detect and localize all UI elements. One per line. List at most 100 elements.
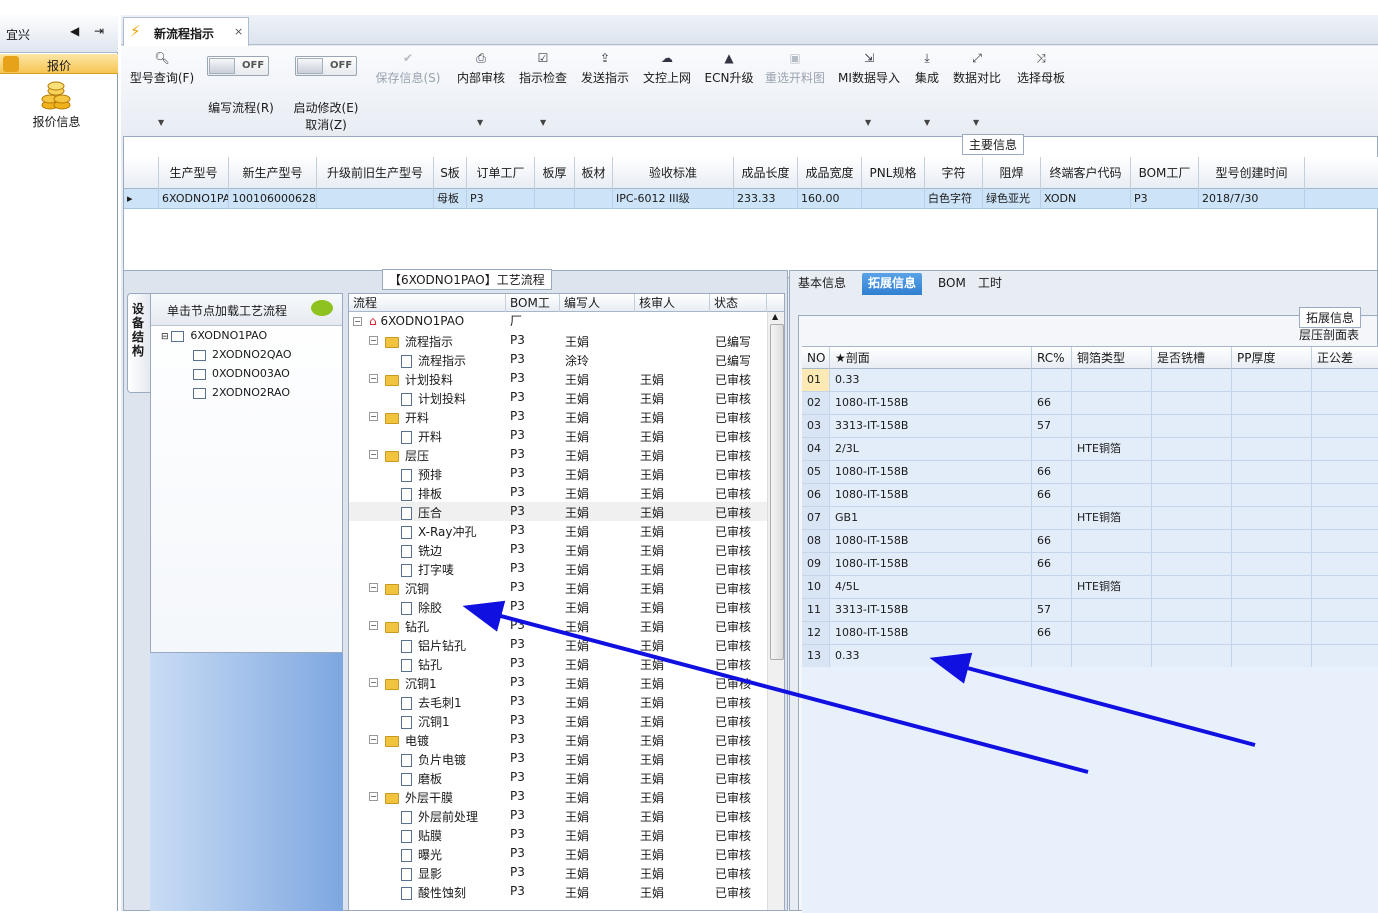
table-row[interactable]: 04 2/3L HTE铜箔 bbox=[802, 438, 1378, 461]
instruction-check-button[interactable]: ☑ 指示检查 bbox=[515, 51, 571, 86]
equipment-structure-tab[interactable]: 设备结构 bbox=[127, 293, 151, 393]
tree-node[interactable]: 0XODNO03AO bbox=[193, 367, 290, 380]
col-header[interactable]: 订单工厂 bbox=[467, 157, 535, 189]
cancel-button[interactable]: 取消(Z) bbox=[286, 116, 366, 133]
integrate-button[interactable]: ⤓ 集成 bbox=[909, 51, 945, 86]
col-header[interactable]: 编写人 bbox=[560, 294, 635, 312]
tree-row[interactable]: − 沉铜 P3 王娟 王娟 已审核 bbox=[349, 578, 767, 597]
collapse-icon[interactable]: − bbox=[369, 450, 378, 459]
tab-new-flow[interactable]: ⚡ 新流程指示 × bbox=[123, 17, 249, 47]
collapse-left-icon[interactable]: ◀ bbox=[70, 24, 79, 38]
col-header[interactable]: 升级前旧生产型号 bbox=[317, 157, 434, 189]
collapse-icon[interactable]: − bbox=[369, 621, 378, 630]
tree-row[interactable]: 钻孔 P3 王娟 王娟 已审核 bbox=[349, 654, 767, 673]
chevron-down-icon[interactable]: ▼ bbox=[158, 118, 164, 127]
col-header[interactable]: 阻焊 bbox=[983, 157, 1041, 189]
tree-row[interactable]: 贴膜 P3 王娟 王娟 已审核 bbox=[349, 825, 767, 844]
tree-node[interactable]: ⊟ 6XODNO1PAO bbox=[161, 329, 267, 342]
table-row[interactable]: 09 1080-IT-158B 66 bbox=[802, 553, 1378, 576]
table-row[interactable]: 05 1080-IT-158B 66 bbox=[802, 461, 1378, 484]
tree-row[interactable]: − 沉铜1 P3 王娟 王娟 已审核 bbox=[349, 673, 767, 692]
chevron-down-icon[interactable]: ▼ bbox=[924, 118, 930, 127]
tree-row[interactable]: 外层前处理 P3 王娟 王娟 已审核 bbox=[349, 806, 767, 825]
table-row[interactable]: 02 1080-IT-158B 66 bbox=[802, 392, 1378, 415]
row-selector-header[interactable] bbox=[124, 157, 159, 189]
col-header[interactable]: 成品宽度 bbox=[798, 157, 862, 189]
ecn-upgrade-button[interactable]: ▲ ECN升级 bbox=[701, 51, 757, 86]
col-header[interactable]: PNL规格 bbox=[862, 157, 925, 189]
nav-item-quote-info[interactable]: 报价信息 bbox=[0, 113, 113, 130]
scrollbar-thumb[interactable] bbox=[770, 324, 784, 660]
col-header[interactable]: 型号创建时间 bbox=[1199, 157, 1305, 189]
col-header[interactable]: 终端客户代码 bbox=[1041, 157, 1131, 189]
table-row[interactable]: 08 1080-IT-158B 66 bbox=[802, 530, 1378, 553]
tree-node[interactable]: 2XODNO2QAO bbox=[193, 348, 292, 361]
tree-root[interactable]: − ⌂ 6XODNO1PAO bbox=[349, 312, 767, 331]
tree-row[interactable]: 去毛刺1 P3 王娟 王娟 已审核 bbox=[349, 692, 767, 711]
collapse-icon[interactable]: − bbox=[369, 735, 378, 744]
table-row[interactable]: 03 3313-IT-158B 57 bbox=[802, 415, 1378, 438]
collapse-icon[interactable]: − bbox=[369, 374, 378, 383]
col-header[interactable]: 是否铣槽 bbox=[1152, 347, 1232, 369]
save-button[interactable]: ✔ 保存信息(S) bbox=[373, 51, 443, 86]
chevron-down-icon[interactable]: ▼ bbox=[865, 118, 871, 127]
tree-row[interactable]: 磨板 P3 王娟 王娟 已审核 bbox=[349, 768, 767, 787]
model-query-button[interactable]: 🔍︎ 型号查询(F) bbox=[127, 51, 197, 86]
col-header[interactable]: NO bbox=[802, 347, 830, 369]
tree-row[interactable]: − 开料 P3 王娟 王娟 已审核 bbox=[349, 407, 767, 426]
col-header[interactable]: ★剖面 bbox=[830, 347, 1032, 369]
col-header[interactable]: 成品长度 bbox=[734, 157, 798, 189]
col-header[interactable]: 字符 bbox=[925, 157, 983, 189]
table-row[interactable]: 13 0.33 bbox=[802, 645, 1378, 668]
tree-node[interactable]: 2XODNO2RAO bbox=[193, 386, 290, 399]
tree-row[interactable]: 曝光 P3 王娟 王娟 已审核 bbox=[349, 844, 767, 863]
col-header[interactable]: 生产型号 bbox=[159, 157, 229, 189]
select-mother-board-button[interactable]: ⤨ 选择母板 bbox=[1011, 51, 1071, 86]
vertical-scrollbar[interactable]: ▲ bbox=[767, 312, 784, 910]
table-row[interactable]: 01 0.33 bbox=[802, 369, 1378, 392]
table-row[interactable]: 11 3313-IT-158B 57 bbox=[802, 599, 1378, 622]
tab-extended-info[interactable]: 拓展信息 bbox=[862, 273, 923, 295]
tree-row[interactable]: 显影 P3 王娟 王娟 已审核 bbox=[349, 863, 767, 882]
table-row[interactable]: ▸ 6XODNO1PAO 10010600062872 母板 P3 IPC-60… bbox=[124, 189, 1378, 209]
chevron-down-icon[interactable]: ▼ bbox=[540, 118, 546, 127]
exit-icon[interactable]: ⇥ bbox=[94, 24, 104, 38]
collapse-icon[interactable]: − bbox=[369, 412, 378, 421]
coin-stack-icon[interactable] bbox=[40, 81, 72, 111]
col-header[interactable]: 板材 bbox=[575, 157, 613, 189]
tree-row[interactable]: − 流程指示 P3 王娟 已编写 bbox=[349, 331, 767, 350]
tree-row[interactable]: − 钻孔 P3 王娟 王娟 已审核 bbox=[349, 616, 767, 635]
text-upload-button[interactable]: ☁ 文控上网 bbox=[639, 51, 695, 86]
close-icon[interactable]: × bbox=[234, 25, 243, 38]
reselect-cut-button[interactable]: ▣ 重选开料图 bbox=[761, 51, 829, 86]
tree-row[interactable]: − 计划投料 P3 王娟 王娟 已审核 bbox=[349, 369, 767, 388]
tree-row[interactable]: 铝片钻孔 P3 王娟 王娟 已审核 bbox=[349, 635, 767, 654]
tree-row[interactable]: 开料 P3 王娟 王娟 已审核 bbox=[349, 426, 767, 445]
start-modify-toggle[interactable]: OFF bbox=[295, 56, 357, 76]
collapse-icon[interactable]: − bbox=[369, 792, 378, 801]
tree-row[interactable]: 流程指示 P3 涂玲 已编写 bbox=[349, 350, 767, 369]
tree-row[interactable]: 预排 P3 王娟 王娟 已审核 bbox=[349, 464, 767, 483]
col-header[interactable]: BOM工厂 bbox=[1131, 157, 1199, 189]
col-header[interactable]: S板 bbox=[434, 157, 467, 189]
tree-row[interactable]: 打字唛 P3 王娟 王娟 已审核 bbox=[349, 559, 767, 578]
table-row[interactable]: 12 1080-IT-158B 66 bbox=[802, 622, 1378, 645]
col-header[interactable]: 状态 bbox=[710, 294, 767, 312]
tree-row[interactable]: 压合 P3 王娟 王娟 已审核 bbox=[349, 502, 767, 521]
tab-basic-info[interactable]: 基本信息 bbox=[792, 273, 852, 295]
col-header[interactable]: PP厚度 bbox=[1232, 347, 1312, 369]
tree-row[interactable]: 酸性蚀刻 P3 王娟 王娟 已审核 bbox=[349, 882, 767, 901]
col-header[interactable]: 板厚 bbox=[535, 157, 575, 189]
tree-row[interactable]: 排板 P3 王娟 王娟 已审核 bbox=[349, 483, 767, 502]
table-row[interactable]: 06 1080-IT-158B 66 bbox=[802, 484, 1378, 507]
nav-group-quote[interactable]: 报价 bbox=[0, 54, 118, 74]
col-header[interactable]: 流程 bbox=[349, 294, 506, 312]
mi-import-button[interactable]: ⇲ MI数据导入 bbox=[833, 51, 905, 86]
tree-row[interactable]: − 层压 P3 王娟 王娟 已审核 bbox=[349, 445, 767, 464]
collapse-icon[interactable]: − bbox=[369, 336, 378, 345]
tree-row[interactable]: 负片电镀 P3 王娟 王娟 已审核 bbox=[349, 749, 767, 768]
tab-bom[interactable]: BOM bbox=[932, 273, 972, 295]
tree-row[interactable]: 铣边 P3 王娟 王娟 已审核 bbox=[349, 540, 767, 559]
tree-row[interactable]: 除胶 P3 王娟 王娟 已审核 bbox=[349, 597, 767, 616]
data-compare-button[interactable]: ⤢ 数据对比 bbox=[949, 51, 1005, 86]
